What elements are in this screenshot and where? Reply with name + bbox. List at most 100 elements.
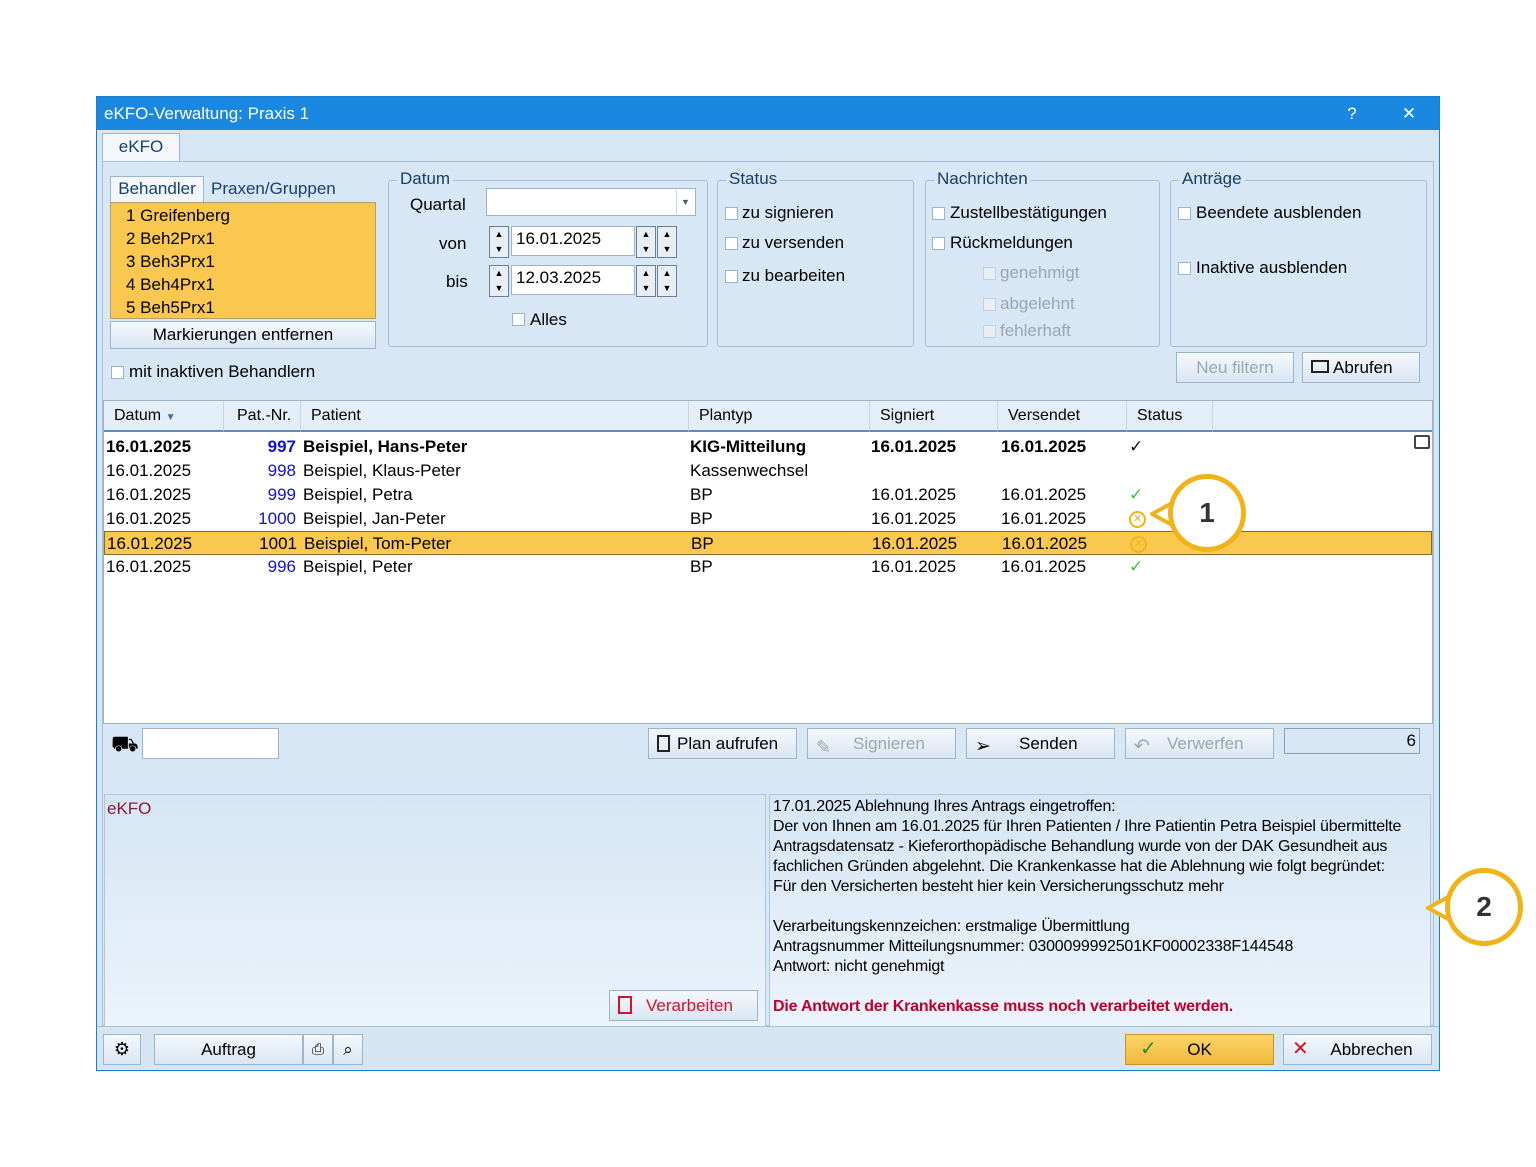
quartal-select[interactable]	[486, 188, 696, 216]
behandler-item[interactable]: 4 Beh4Prx1	[126, 275, 215, 295]
message-line: Der von Ihnen am 16.01.2025 für Ihren Pa…	[773, 818, 1402, 835]
neu-filtern-button[interactable]: Neu filtern	[1176, 352, 1294, 383]
message-line: Verarbeitungskennzeichen: erstmalige Übe…	[773, 918, 1130, 935]
rueck-checkbox[interactable]	[932, 237, 945, 250]
gear-icon[interactable]: ⚙	[103, 1034, 141, 1065]
verarbeiten-label: Verarbeiten	[646, 996, 733, 1015]
cell-patnr: 1001	[259, 534, 297, 553]
beendete-checkbox[interactable]	[1178, 207, 1191, 220]
tab-ekfo[interactable]: eKFO	[102, 133, 180, 161]
row-count: 6	[1284, 728, 1420, 754]
bis-day-spinner[interactable]: ▲ ▼	[489, 265, 509, 297]
rejected-circle-icon: ✕	[1130, 532, 1147, 556]
ok-button[interactable]: ✓ OK	[1125, 1034, 1274, 1065]
behandler-item[interactable]: 2 Beh2Prx1	[126, 229, 215, 249]
pdf-icon	[618, 996, 632, 1014]
message-line	[773, 897, 1427, 917]
cell-signiert: 16.01.2025	[872, 534, 958, 553]
sort-down-icon: ▼	[165, 412, 176, 423]
close-button[interactable]: ✕	[1394, 97, 1424, 130]
document-icon	[657, 735, 670, 752]
cell-signiert: 16.01.2025	[871, 437, 957, 456]
col-signiert[interactable]: Signiert	[870, 401, 998, 432]
col-versendet[interactable]: Versendet	[998, 401, 1127, 432]
cell-versendet: 16.01.2025	[1001, 485, 1087, 504]
datum-title: Datum	[397, 169, 454, 189]
inaktive-checkbox[interactable]	[1178, 262, 1191, 275]
markierungen-entfernen-button[interactable]: Markierungen entfernen	[110, 321, 376, 349]
von-date-input[interactable]: 16.01.2025	[511, 226, 635, 256]
col-patnr[interactable]: Pat.-Nr.	[224, 401, 301, 432]
col-datum[interactable]: Datum ▼	[104, 401, 224, 432]
cell-datum: 16.01.2025	[106, 509, 192, 528]
cell-patient: Beispiel, Peter	[303, 557, 413, 576]
bis-spinner-b[interactable]: ▲ ▼	[657, 265, 677, 297]
cell-patnr: 996	[267, 557, 296, 576]
zu-versenden-label: zu versenden	[742, 233, 845, 252]
cell-versendet: 16.01.2025	[1001, 557, 1087, 576]
genehmigt-checkbox[interactable]	[983, 267, 996, 280]
von-spinner-b[interactable]: ▲ ▼	[657, 226, 677, 258]
magnifier-icon[interactable]: ⌕	[333, 1034, 363, 1065]
cell-datum: 16.01.2025	[107, 534, 193, 553]
bis-spinner-a[interactable]: ▲ ▼	[636, 265, 656, 297]
col-plantyp[interactable]: Plantyp	[689, 401, 870, 432]
print-icon[interactable]: ⎙	[303, 1034, 333, 1065]
abbrechen-button[interactable]: ✕ Abbrechen	[1283, 1034, 1432, 1065]
table-row[interactable]: 16.01.2025 996 Beispiel, Peter BP 16.01.2025…	[104, 555, 1432, 579]
col-patient[interactable]: Patient	[301, 401, 689, 432]
rueck-label: Rückmeldungen	[950, 233, 1073, 252]
chevron-down-icon[interactable]: ▼	[676, 190, 694, 214]
zustell-checkbox[interactable]	[932, 207, 945, 220]
undo-icon: ↶	[1134, 736, 1150, 757]
von-spinner-a[interactable]: ▲ ▼	[636, 226, 656, 258]
verarbeiten-button[interactable]: Verarbeiten	[609, 990, 758, 1021]
tab-behandler[interactable]: Behandler	[110, 176, 204, 203]
beendete-label: Beendete ausblenden	[1196, 203, 1362, 222]
zu-versenden-checkbox[interactable]	[725, 237, 738, 250]
rejected-circle-icon: ✕	[1129, 507, 1146, 531]
zu-signieren-checkbox[interactable]	[725, 207, 738, 220]
bis-date-input[interactable]: 12.03.2025	[511, 265, 635, 295]
abrufen-button[interactable]: Abrufen	[1302, 352, 1420, 383]
inactive-behandler-checkbox[interactable]	[111, 366, 124, 379]
abgelehnt-label: abgelehnt	[1000, 294, 1075, 313]
auftrag-button[interactable]: Auftrag	[154, 1034, 303, 1065]
verwerfen-button[interactable]: ↶ Verwerfen	[1125, 728, 1274, 759]
behandler-list[interactable]: 1 Greifenberg 2 Beh2Prx1 3 Beh3Prx1 4 Beh4P…	[110, 202, 376, 319]
table-row[interactable]: 16.01.2025 997 Beispiel, Hans-Peter KIG-Mit…	[104, 435, 1432, 459]
window-title: eKFO-Verwaltung: Praxis 1	[104, 104, 310, 123]
cell-patnr: 998	[267, 461, 296, 480]
fehlerhaft-checkbox[interactable]	[983, 325, 996, 338]
behandler-item[interactable]: 3 Beh3Prx1	[126, 252, 215, 272]
cell-plantyp: KIG-Mitteilung	[690, 437, 807, 456]
inaktive-label: Inaktive ausblenden	[1196, 258, 1348, 277]
cell-patnr: 999	[267, 485, 296, 504]
col-status[interactable]: Status	[1127, 401, 1213, 432]
antraege-table[interactable]: Datum ▼ Pat.-Nr. Patient Plantyp Signier…	[103, 400, 1433, 724]
senden-button[interactable]: ➢ Senden	[966, 728, 1115, 759]
pencil-icon: ✎	[816, 737, 832, 757]
plan-aufrufen-button[interactable]: Plan aufrufen	[648, 728, 797, 759]
behandler-item[interactable]: 5 Beh5Prx1	[126, 298, 215, 318]
behandler-item[interactable]: 1 Greifenberg	[126, 206, 230, 226]
cell-datum: 16.01.2025	[106, 485, 192, 504]
bis-label: bis	[446, 272, 468, 291]
printer-icon[interactable]	[1414, 435, 1430, 449]
cell-signiert: 16.01.2025	[871, 557, 957, 576]
zu-bearbeiten-checkbox[interactable]	[725, 270, 738, 283]
alles-checkbox[interactable]	[512, 313, 525, 326]
tab-praxen-gruppen[interactable]: Praxen/Gruppen	[211, 179, 336, 199]
message-left-title: eKFO	[107, 799, 152, 818]
check-green-icon: ✓	[1129, 485, 1144, 504]
search-input[interactable]	[142, 728, 279, 759]
nachrichten-title: Nachrichten	[934, 169, 1031, 189]
signieren-button[interactable]: ✎ Signieren	[807, 728, 956, 759]
status-title: Status	[726, 169, 781, 189]
check-icon: ✓	[1140, 1038, 1157, 1060]
abgelehnt-checkbox[interactable]	[983, 298, 996, 311]
message-spacer	[773, 977, 1427, 997]
inactive-behandler-label: mit inaktiven Behandlern	[129, 362, 316, 381]
von-day-spinner[interactable]: ▲ ▼	[489, 226, 509, 258]
help-button[interactable]: ?	[1337, 97, 1367, 130]
